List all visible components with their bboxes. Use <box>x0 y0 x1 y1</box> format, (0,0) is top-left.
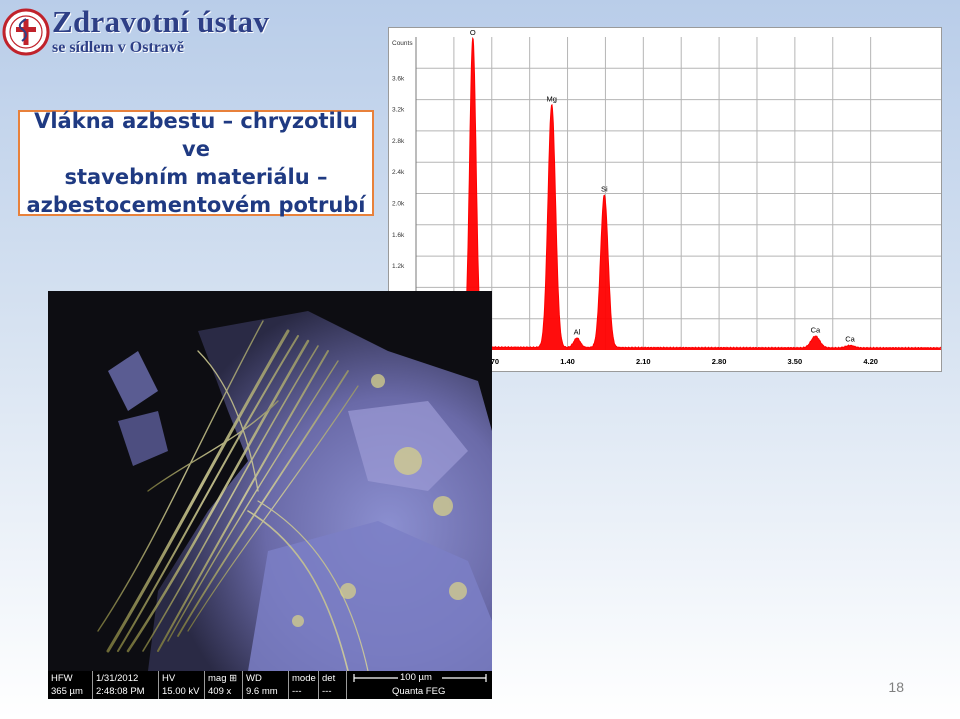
databar-value: 15.00 kV <box>162 686 200 697</box>
peak-label: Al <box>574 328 581 337</box>
peak-label: Ca <box>811 325 821 334</box>
databar-cell: WD 9.6 mm <box>242 671 288 699</box>
slide-title-box: Vlákna azbestu – chryzotilu ve stavebním… <box>18 109 374 217</box>
databar-value: 365 µm <box>51 686 83 697</box>
y-tick-label: 2.8k <box>392 138 405 145</box>
instrument-label: Quanta FEG <box>392 686 446 697</box>
databar-value: 2:48:08 PM <box>96 686 145 697</box>
databar-header: 1/31/2012 <box>96 673 139 684</box>
x-tick-label: 3.50 <box>788 357 803 366</box>
y-axis-label: Counts <box>392 40 413 47</box>
databar-value: --- <box>322 686 332 697</box>
databar-header: WD <box>246 673 262 684</box>
databar-header: mag ⊞ <box>208 673 238 684</box>
x-tick-label: 1.40 <box>560 357 575 366</box>
databar-cell: HFW 365 µm <box>48 671 92 699</box>
slide-title: Vlákna azbestu – chryzotilu ve stavebním… <box>26 109 366 217</box>
y-tick-label: 2.0k <box>392 201 405 208</box>
databar-header: det <box>322 673 336 684</box>
databar-cell: 1/31/2012 2:48:08 PM <box>92 671 158 699</box>
peak-label: O <box>470 28 476 37</box>
databar-scale-cell: 100 µm Quanta FEG <box>346 671 492 699</box>
peak-label: Mg <box>547 94 557 103</box>
x-tick-label: 2.80 <box>712 357 727 366</box>
institute-logo-icon <box>2 8 50 56</box>
databar-cell: mag ⊞ 409 x <box>204 671 242 699</box>
databar-cell: mode --- <box>288 671 318 699</box>
sem-databar: HFW 365 µm 1/31/2012 2:48:08 PM HV 15.00… <box>48 671 492 699</box>
scale-label: 100 µm <box>400 672 432 683</box>
page-number: 18 <box>888 679 904 695</box>
databar-value: 409 x <box>208 686 232 697</box>
sem-image-texture <box>48 291 492 671</box>
databar-value: 9.6 mm <box>246 686 278 697</box>
databar-header: HV <box>162 673 176 684</box>
databar-cell: det --- <box>318 671 346 699</box>
institute-logo: Zdravotní ústav se sídlem v Ostravě <box>0 0 290 64</box>
y-tick-label: 1.2k <box>392 263 405 270</box>
x-tick-label: 4.20 <box>863 357 878 366</box>
y-tick-label: 2.4k <box>392 169 405 176</box>
peak-label: Si <box>601 184 608 193</box>
peak-label: Ca <box>845 335 855 344</box>
databar-header: mode <box>292 673 316 684</box>
brand-subtitle: se sídlem v Ostravě <box>52 39 184 56</box>
databar-value: --- <box>292 686 302 697</box>
databar-header: HFW <box>51 673 73 684</box>
sem-micrograph: HFW 365 µm 1/31/2012 2:48:08 PM HV 15.00… <box>48 291 492 699</box>
brand-title: Zdravotní ústav <box>52 4 270 39</box>
y-tick-label: 3.2k <box>392 107 405 114</box>
y-tick-label: 3.6k <box>392 75 405 82</box>
x-tick-label: 2.10 <box>636 357 651 366</box>
databar-cell: HV 15.00 kV <box>158 671 204 699</box>
y-tick-label: 1.6k <box>392 232 405 239</box>
